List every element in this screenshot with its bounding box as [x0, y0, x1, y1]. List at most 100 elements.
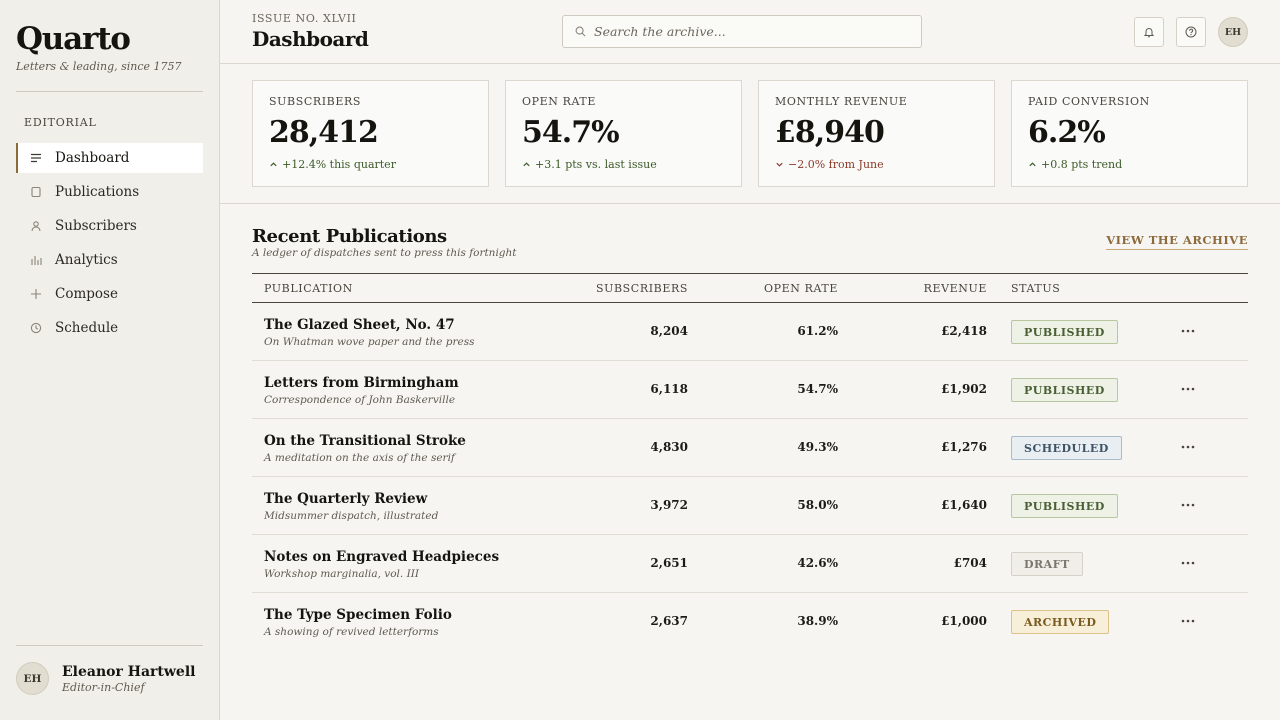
section-subtitle: A ledger of dispatches sent to press thi…: [252, 247, 517, 259]
sidebar-item-schedule[interactable]: Schedule: [16, 313, 203, 343]
subscribers-cell: 4,830: [650, 440, 688, 454]
chevron-up-icon: [1028, 160, 1037, 169]
search-box[interactable]: [562, 15, 922, 48]
publication-subtitle: A showing of revived letterforms: [264, 626, 439, 638]
page-title: Dashboard: [252, 27, 369, 51]
table-header: PUBLICATION SUBSCRIBERS OPEN RATE REVENU…: [252, 273, 1248, 303]
sidebar-item-label: Schedule: [55, 320, 119, 336]
column-header-revenue[interactable]: REVENUE: [924, 282, 987, 295]
status-badge: PUBLISHED: [1011, 320, 1118, 344]
stat-value: £8,940: [775, 115, 885, 150]
ellipsis-icon: [1181, 619, 1195, 623]
publication-title[interactable]: On the Transitional Stroke: [264, 433, 466, 449]
ellipsis-icon: [1181, 561, 1195, 565]
revenue-cell: £1,276: [941, 440, 987, 454]
column-header-subscribers[interactable]: SUBSCRIBERS: [596, 282, 688, 295]
table-row[interactable]: On the Transitional Stroke A meditation …: [252, 419, 1248, 477]
table-row[interactable]: Notes on Engraved Headpieces Workshop ma…: [252, 535, 1248, 593]
ellipsis-icon: [1181, 329, 1195, 333]
brand: Quarto Letters & leading, since 1757: [16, 20, 182, 73]
stat-delta-text: −2.0% from June: [788, 158, 884, 171]
more-options-button[interactable]: [1178, 553, 1198, 573]
clock-icon: [30, 322, 42, 334]
stat-delta: +0.8 pts trend: [1028, 158, 1122, 171]
sidebar-item-label: Compose: [55, 286, 118, 302]
publication-subtitle: A meditation on the axis of the serif: [264, 452, 455, 464]
subscribers-cell: 2,651: [650, 556, 688, 570]
stat-delta: +3.1 pts vs. last issue: [522, 158, 657, 171]
status-badge: PUBLISHED: [1011, 494, 1118, 518]
sidebar-item-subscribers[interactable]: Subscribers: [16, 211, 203, 241]
stat-card-monthly-revenue: MONTHLY REVENUE £8,940 −2.0% from June: [758, 80, 995, 187]
stat-card-subscribers: SUBSCRIBERS 28,412 +12.4% this quarter: [252, 80, 489, 187]
revenue-cell: £2,418: [941, 324, 987, 338]
help-button[interactable]: [1176, 17, 1206, 47]
table-row[interactable]: The Quarterly Review Midsummer dispatch,…: [252, 477, 1248, 535]
table-row[interactable]: The Glazed Sheet, No. 47 On Whatman wove…: [252, 303, 1248, 361]
revenue-cell: £1,640: [941, 498, 987, 512]
divider: [220, 203, 1280, 204]
table-row[interactable]: Letters from Birmingham Correspondence o…: [252, 361, 1248, 419]
publication-title[interactable]: Letters from Birmingham: [264, 375, 459, 391]
document-icon: [30, 186, 42, 198]
list-icon: [30, 152, 42, 164]
revenue-cell: £1,000: [941, 614, 987, 628]
issue-label: ISSUE NO. XLVII: [252, 12, 357, 25]
brand-logo[interactable]: Quarto: [16, 20, 182, 58]
bar-chart-icon: [30, 254, 42, 266]
more-options-button[interactable]: [1178, 321, 1198, 341]
sidebar-item-label: Dashboard: [55, 150, 130, 166]
table-row[interactable]: The Type Specimen Folio A showing of rev…: [252, 593, 1248, 651]
sidebar-item-label: Analytics: [55, 252, 118, 268]
person-icon: [30, 220, 42, 232]
stat-card-paid-conversion: PAID CONVERSION 6.2% +0.8 pts trend: [1011, 80, 1248, 187]
stat-delta-text: +12.4% this quarter: [282, 158, 396, 171]
subscribers-cell: 3,972: [650, 498, 688, 512]
column-header-open-rate[interactable]: OPEN RATE: [764, 282, 838, 295]
subscribers-cell: 8,204: [650, 324, 688, 338]
more-options-button[interactable]: [1178, 611, 1198, 631]
publication-subtitle: On Whatman wove paper and the press: [264, 336, 475, 348]
notifications-button[interactable]: [1134, 17, 1164, 47]
brand-tagline: Letters & leading, since 1757: [16, 60, 182, 73]
help-icon: [1185, 26, 1197, 38]
sidebar-item-publications[interactable]: Publications: [16, 177, 203, 207]
status-badge: PUBLISHED: [1011, 378, 1118, 402]
publication-title[interactable]: The Glazed Sheet, No. 47: [264, 317, 455, 333]
sidebar-item-analytics[interactable]: Analytics: [16, 245, 203, 275]
stat-value: 6.2%: [1028, 115, 1106, 150]
publication-subtitle: Workshop marginalia, vol. III: [264, 568, 420, 580]
ellipsis-icon: [1181, 445, 1195, 449]
avatar[interactable]: EH: [1218, 17, 1248, 47]
divider: [16, 91, 203, 92]
open-rate-cell: 61.2%: [797, 324, 838, 338]
more-options-button[interactable]: [1178, 495, 1198, 515]
stat-value: 54.7%: [522, 115, 620, 150]
bell-icon: [1143, 26, 1155, 38]
stat-value: 28,412: [269, 115, 379, 150]
stat-card-open-rate: OPEN RATE 54.7% +3.1 pts vs. last issue: [505, 80, 742, 187]
status-badge: SCHEDULED: [1011, 436, 1122, 460]
user-profile[interactable]: EH Eleanor Hartwell Editor-in-Chief: [16, 662, 195, 695]
avatar: EH: [16, 662, 49, 695]
search-input[interactable]: [594, 24, 904, 39]
open-rate-cell: 38.9%: [797, 614, 838, 628]
sidebar-item-compose[interactable]: Compose: [16, 279, 203, 309]
publication-title[interactable]: The Quarterly Review: [264, 491, 427, 507]
publication-subtitle: Correspondence of John Baskerville: [264, 394, 456, 406]
more-options-button[interactable]: [1178, 379, 1198, 399]
sidebar-item-label: Subscribers: [55, 218, 137, 234]
publication-subtitle: Midsummer dispatch, illustrated: [264, 510, 439, 522]
column-header-status[interactable]: STATUS: [1011, 282, 1060, 295]
open-rate-cell: 42.6%: [797, 556, 838, 570]
open-rate-cell: 58.0%: [797, 498, 838, 512]
column-header-publication[interactable]: PUBLICATION: [264, 282, 353, 295]
stat-label: PAID CONVERSION: [1028, 95, 1150, 108]
sidebar: Quarto Letters & leading, since 1757 EDI…: [0, 0, 220, 720]
divider: [16, 645, 203, 646]
view-archive-link[interactable]: VIEW THE ARCHIVE: [1106, 233, 1248, 250]
publication-title[interactable]: The Type Specimen Folio: [264, 607, 452, 623]
publication-title[interactable]: Notes on Engraved Headpieces: [264, 549, 499, 565]
more-options-button[interactable]: [1178, 437, 1198, 457]
sidebar-item-dashboard[interactable]: Dashboard: [16, 143, 203, 173]
